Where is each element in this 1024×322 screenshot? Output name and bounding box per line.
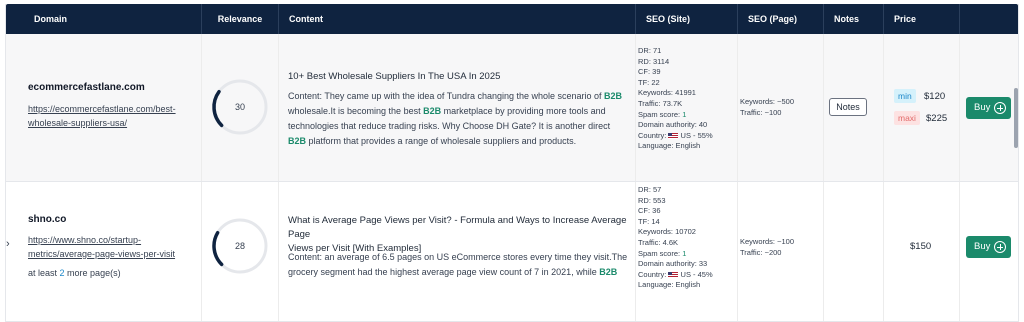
seo-site-metrics: DR: 71 RD: 3114 CF: 39 TF: 22 Keywords: … (638, 46, 713, 152)
rd-value: RD: 553 (638, 195, 666, 205)
header-price: Price (884, 4, 960, 34)
buy-button[interactable]: Buy (966, 97, 1011, 119)
relevance-score: 28 (234, 241, 245, 251)
header-actions (960, 4, 1018, 34)
domain-link[interactable]: https://ecommercefastlane.com/best- whol… (28, 102, 188, 130)
traffic-value: Traffic: 4.6K (638, 237, 679, 247)
domain-name: ecommercefastlane.com (28, 82, 145, 93)
scrollbar[interactable] (1014, 88, 1018, 148)
notes-cell (824, 182, 884, 321)
header-content: Content (279, 4, 636, 34)
notes-button[interactable]: Notes (829, 98, 867, 116)
content-snippet: Content: an average of 6.5 pages on US e… (288, 252, 628, 277)
price-cell (884, 34, 960, 181)
seo-page-metrics: Keywords: ~100 Traffic: ~200 (740, 236, 794, 258)
plus-circle-icon (994, 241, 1006, 253)
tf-value: TF: 22 (638, 77, 660, 87)
domain-link[interactable]: https://www.shno.co/startup- metrics/ave… (28, 233, 198, 261)
content-snippet: Content: They came up with the idea of T… (288, 91, 623, 146)
seo-page-metrics: Keywords: ~500 Traffic: ~100 (740, 96, 794, 118)
spam-score: Spam score: 1 (638, 248, 687, 258)
price-min-badge: min (894, 89, 916, 103)
language: Language: English (638, 141, 701, 151)
buy-button[interactable]: Buy (966, 236, 1011, 258)
header-domain: Domain (6, 4, 202, 34)
content-title: 10+ Best Wholesale Suppliers In The USA … (288, 71, 501, 82)
keywords-value: Keywords: 10702 (638, 227, 696, 237)
price-min-value: $120 (924, 91, 946, 102)
relevance-score: 30 (234, 102, 245, 112)
page-keywords: Keywords: ~100 (740, 237, 794, 246)
chevron-right-icon[interactable]: › (6, 238, 10, 250)
price-value: $150 (910, 241, 932, 252)
domain-link-line2: metrics/average-page-views-per-visit (28, 249, 176, 259)
price-max-value: $225 (926, 113, 948, 124)
keywords-value: Keywords: 41991 (638, 88, 696, 98)
page-traffic: Traffic: ~100 (740, 108, 782, 117)
cf-value: CF: 36 (638, 206, 661, 216)
dr-value: DR: 57 (638, 185, 662, 194)
us-flag-icon (668, 132, 679, 139)
country: Country: US - 55% (638, 130, 713, 140)
page-keywords: Keywords: ~500 (740, 97, 794, 106)
domain-name: shno.co (28, 214, 67, 225)
plus-circle-icon (994, 102, 1006, 114)
buy-label: Buy (974, 102, 991, 113)
header-notes: Notes (824, 4, 884, 34)
traffic-value: Traffic: 73.7K (638, 98, 683, 108)
table-header: Domain Relevance Content SEO (Site) SEO … (6, 4, 1018, 34)
language: Language: English (638, 280, 701, 290)
header-seo-site: SEO (Site) (636, 4, 738, 34)
dr-value: DR: 71 (638, 46, 662, 55)
domain-authority: Domain authority: 40 (638, 120, 708, 130)
seo-site-metrics: DR: 57 RD: 553 CF: 36 TF: 14 Keywords: 1… (638, 185, 713, 291)
header-seo-page: SEO (Page) (738, 4, 824, 34)
country: Country: US - 45% (638, 269, 713, 279)
domain-link-line1: https://www.shno.co/startup- (28, 235, 142, 245)
domain-link-line1: https://ecommercefastlane.com/best- (28, 104, 176, 114)
rd-value: RD: 3114 (638, 56, 670, 66)
more-pages[interactable]: at least 2 more page(s) (28, 268, 121, 278)
domain-link-line2: wholesale-suppliers-usa/ (28, 118, 128, 128)
header-relevance: Relevance (202, 4, 279, 34)
spam-score: Spam score: 1 (638, 109, 687, 119)
page-traffic: Traffic: ~200 (740, 248, 782, 257)
price-max-badge: maxi (894, 111, 920, 125)
cf-value: CF: 39 (638, 67, 661, 77)
tf-value: TF: 14 (638, 216, 660, 226)
buy-label: Buy (974, 241, 991, 252)
us-flag-icon (668, 271, 679, 278)
domain-authority: Domain authority: 33 (638, 259, 708, 269)
